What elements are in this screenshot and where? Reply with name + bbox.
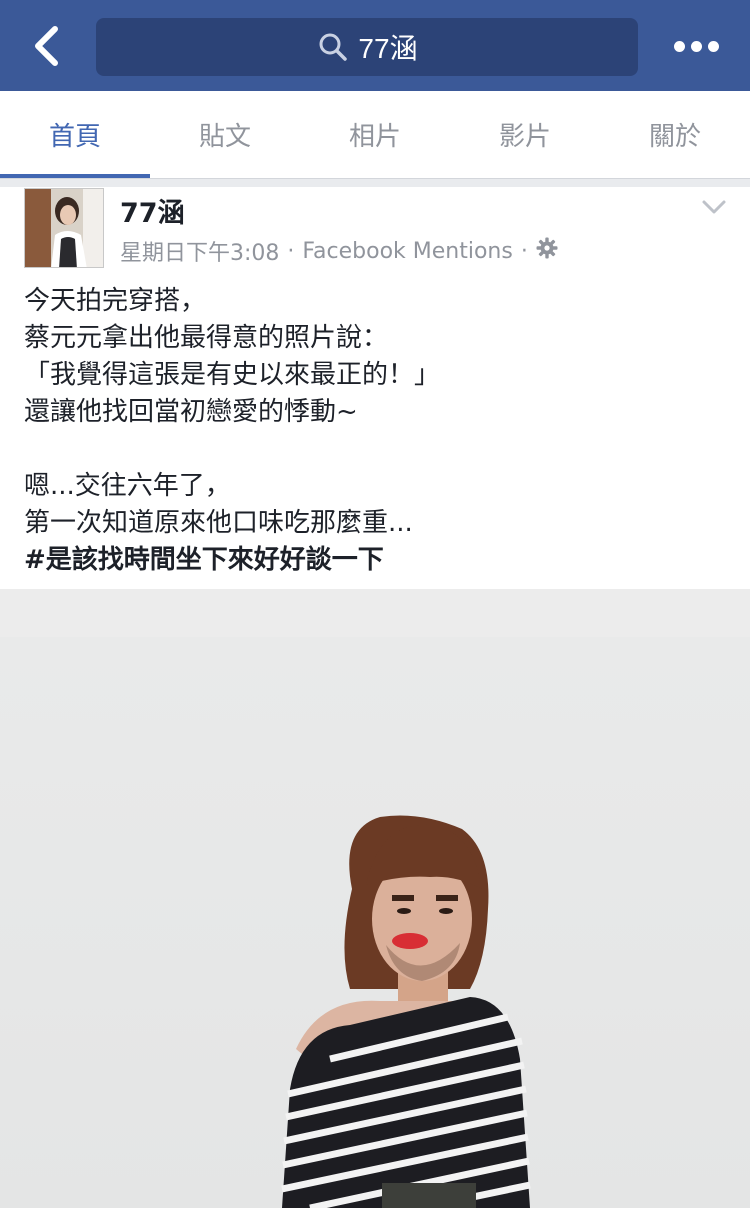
tab-videos[interactable]: 影片 [450,91,600,178]
chevron-down-icon [702,200,726,214]
search-query-text: 77涵 [358,33,418,64]
post-source[interactable]: Facebook Mentions [302,239,512,264]
search-icon [316,30,350,64]
tab-posts[interactable]: 貼文 [150,91,300,178]
profile-tabs: 首頁 貼文 相片 影片 關於 [0,91,750,179]
post-text-blank-line [24,431,724,468]
post-text-line: 還讓他找回當初戀愛的悸動~ [24,397,358,427]
meta-separator: · [520,238,528,264]
post-text-line: 今天拍完穿搭， [24,286,207,316]
post-timestamp[interactable]: 星期日下午3:08 [120,235,279,267]
tab-home[interactable]: 首頁 [0,91,150,178]
post-options-button[interactable] [700,193,728,221]
avatar[interactable] [24,188,104,268]
gear-icon [536,237,558,265]
back-chevron-icon [35,26,58,66]
more-options-button[interactable] [668,26,724,66]
meta-separator: · [287,238,295,264]
post-hashtag[interactable]: #是該找時間坐下來好好談一下 [24,542,724,579]
photo-person [281,815,531,1208]
more-dots-icon [673,40,685,52]
top-nav-bar: 77涵 [0,0,750,91]
back-button[interactable] [22,22,70,70]
more-dot [690,40,702,52]
post-text-line: 第一次知道原來他口味吃那麼重... [24,508,413,538]
more-dot [707,40,719,52]
post-text-line: 嗯...交往六年了， [24,471,231,501]
post-meta: 星期日下午3:08 · Facebook Mentions · [120,235,558,267]
section-divider [0,179,750,187]
post-author-name[interactable]: 77涵 [120,191,185,230]
tab-photos[interactable]: 相片 [300,91,450,178]
post-text-line: 蔡元元拿出他最得意的照片說： [24,323,389,353]
post-text-line: 「我覺得這張是有史以來最正的！」 [24,360,441,390]
post-body: 今天拍完穿搭， 蔡元元拿出他最得意的照片說： 「我覺得這張是有史以來最正的！」 … [24,283,724,579]
post-photo[interactable] [0,589,750,1208]
tab-about[interactable]: 關於 [600,91,750,178]
search-input[interactable]: 77涵 [96,18,638,76]
